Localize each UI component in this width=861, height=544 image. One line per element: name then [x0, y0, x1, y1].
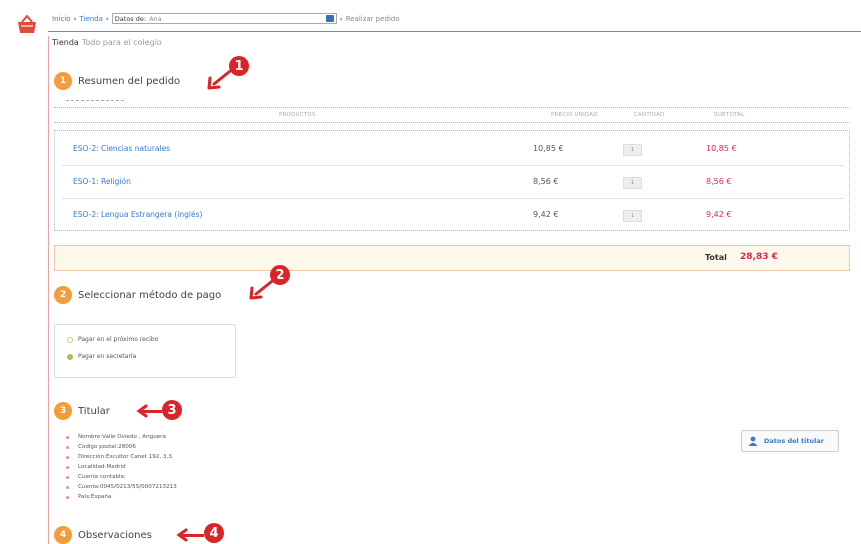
- holder-details-list: Nombre:Valle Oviedo , Anguera Código pos…: [66, 432, 177, 502]
- payment-option-secretary[interactable]: Pagar en secretaría: [67, 353, 136, 360]
- row-divider: [63, 198, 843, 199]
- data-owner-value: Ana: [149, 14, 162, 23]
- bullet: [66, 485, 69, 489]
- section-number-badge: 2: [54, 286, 72, 304]
- annotation-marker-4: 4: [204, 523, 224, 543]
- breadcrumb-store-link[interactable]: Tienda: [79, 15, 102, 23]
- section-title-observations: Observaciones: [78, 530, 152, 541]
- bullet: [66, 445, 69, 449]
- payment-option-label: Pagar en el próximo recibo: [78, 336, 159, 343]
- holder-data-button-label: Datos del titular: [764, 437, 824, 445]
- list-item: Código postal:28006: [66, 442, 177, 452]
- total-label: Total: [705, 253, 727, 262]
- list-item: Localidad:Madrid: [66, 462, 177, 472]
- unit-price: 10,85 €: [533, 144, 564, 153]
- dashed-divider: [66, 100, 124, 101]
- list-item: Cuenta contable:: [66, 472, 177, 482]
- annotation-marker-3: 3: [162, 400, 182, 420]
- table-row: ESO-1: Religión 8,56 € 1 8,56 €: [55, 167, 849, 199]
- breadcrumb-separator: ›: [73, 14, 77, 23]
- section-number-badge: 1: [54, 72, 72, 90]
- breadcrumb: Inicio › Tienda › Datos de: Ana › Realiz…: [52, 13, 400, 24]
- bullet: [66, 495, 69, 499]
- list-item: Dirección:Escultor Canet 192, 3,3.: [66, 452, 177, 462]
- payment-option-next-bill[interactable]: Pagar en el próximo recibo: [67, 336, 158, 343]
- holder-bank-account: Cuenta:0045/0213/55/0007213213: [78, 484, 177, 490]
- holder-name: Nombre:Valle Oviedo , Anguera: [78, 434, 166, 440]
- order-table-header: PRODUCTOS PRECIO UNIDAD CANTIDAD SUBTOTA…: [54, 107, 850, 123]
- shop-basket-icon[interactable]: [16, 14, 38, 34]
- bullet: [66, 455, 69, 459]
- annotation-arrowhead-icon: [136, 404, 148, 418]
- quantity-field[interactable]: 1: [623, 210, 642, 222]
- holder-country: País:España: [78, 494, 112, 500]
- content-left-border: [48, 36, 49, 544]
- col-unit-price: PRECIO UNIDAD: [551, 112, 598, 118]
- col-products: PRODUCTOS: [279, 112, 316, 118]
- subtotal: 10,85 €: [706, 144, 737, 153]
- radio-button[interactable]: [67, 336, 73, 343]
- subtotal: 8,56 €: [706, 177, 732, 186]
- bullet: [66, 435, 69, 439]
- list-item: Cuenta:0045/0213/55/0007213213: [66, 482, 177, 492]
- annotation-arrowhead-icon: [176, 528, 188, 542]
- data-owner-label: Datos de:: [114, 14, 147, 23]
- unit-price: 9,42 €: [533, 210, 559, 219]
- user-icon: [748, 436, 758, 446]
- radio-button-selected[interactable]: [67, 353, 73, 360]
- bullet: [66, 475, 69, 479]
- quantity-field[interactable]: 1: [623, 144, 642, 156]
- section-number-badge: 4: [54, 526, 72, 544]
- bullet: [66, 465, 69, 469]
- quantity-field[interactable]: 1: [623, 177, 642, 189]
- annotation-arrow-icon: [249, 276, 278, 300]
- list-item: País:España: [66, 492, 177, 502]
- order-total-bar: Total 28,83 €: [54, 245, 850, 271]
- table-row: ESO-2: Lengua Estrangera (inglés) 9,42 €…: [55, 200, 849, 232]
- total-value: 28,83 €: [740, 252, 778, 262]
- product-link[interactable]: ESO-1: Religión: [73, 177, 131, 186]
- data-owner-select[interactable]: Datos de: Ana: [111, 13, 337, 24]
- section-title-payment-method: Seleccionar método de pago: [78, 290, 222, 301]
- table-row: ESO-2: Ciencias naturales 10,85 € 1 10,8…: [55, 134, 849, 166]
- product-link[interactable]: ESO-2: Ciencias naturales: [73, 144, 170, 153]
- holder-accounting-account: Cuenta contable:: [78, 474, 126, 480]
- section-title-holder: Titular: [78, 406, 110, 417]
- holder-postal-code: Código postal:28006: [78, 444, 136, 450]
- breadcrumb-home-link[interactable]: Inicio: [52, 15, 71, 23]
- holder-city: Localidad:Madrid: [78, 464, 126, 470]
- payment-option-label: Pagar en secretaría: [78, 353, 137, 360]
- payment-options-box: Pagar en el próximo recibo Pagar en secr…: [54, 324, 236, 378]
- order-table-body: ESO-2: Ciencias naturales 10,85 € 1 10,8…: [54, 130, 850, 231]
- dropdown-icon[interactable]: [325, 15, 334, 22]
- product-link[interactable]: ESO-2: Lengua Estrangera (inglés): [73, 210, 202, 219]
- breadcrumb-separator: ›: [105, 14, 109, 23]
- annotation-arrow-icon: [207, 66, 236, 90]
- header-divider: [48, 31, 861, 32]
- col-subtotal: SUBTOTAL: [714, 112, 745, 118]
- holder-data-button[interactable]: Datos del titular: [741, 430, 839, 452]
- breadcrumb-separator: ›: [339, 14, 343, 23]
- store-title: Tienda Todo para el colegio: [52, 38, 162, 47]
- store-title-text: Tienda: [52, 38, 79, 47]
- row-divider: [63, 165, 843, 166]
- section-number-badge: 3: [54, 402, 72, 420]
- list-item: Nombre:Valle Oviedo , Anguera: [66, 432, 177, 442]
- unit-price: 8,56 €: [533, 177, 559, 186]
- subtotal: 9,42 €: [706, 210, 732, 219]
- holder-address: Dirección:Escultor Canet 192, 3,3.: [78, 454, 174, 460]
- breadcrumb-current: Realizar pedido: [345, 14, 400, 23]
- section-title-order-summary: Resumen del pedido: [78, 76, 181, 87]
- store-subtitle: Todo para el colegio: [81, 38, 162, 47]
- col-quantity: CANTIDAD: [634, 112, 665, 118]
